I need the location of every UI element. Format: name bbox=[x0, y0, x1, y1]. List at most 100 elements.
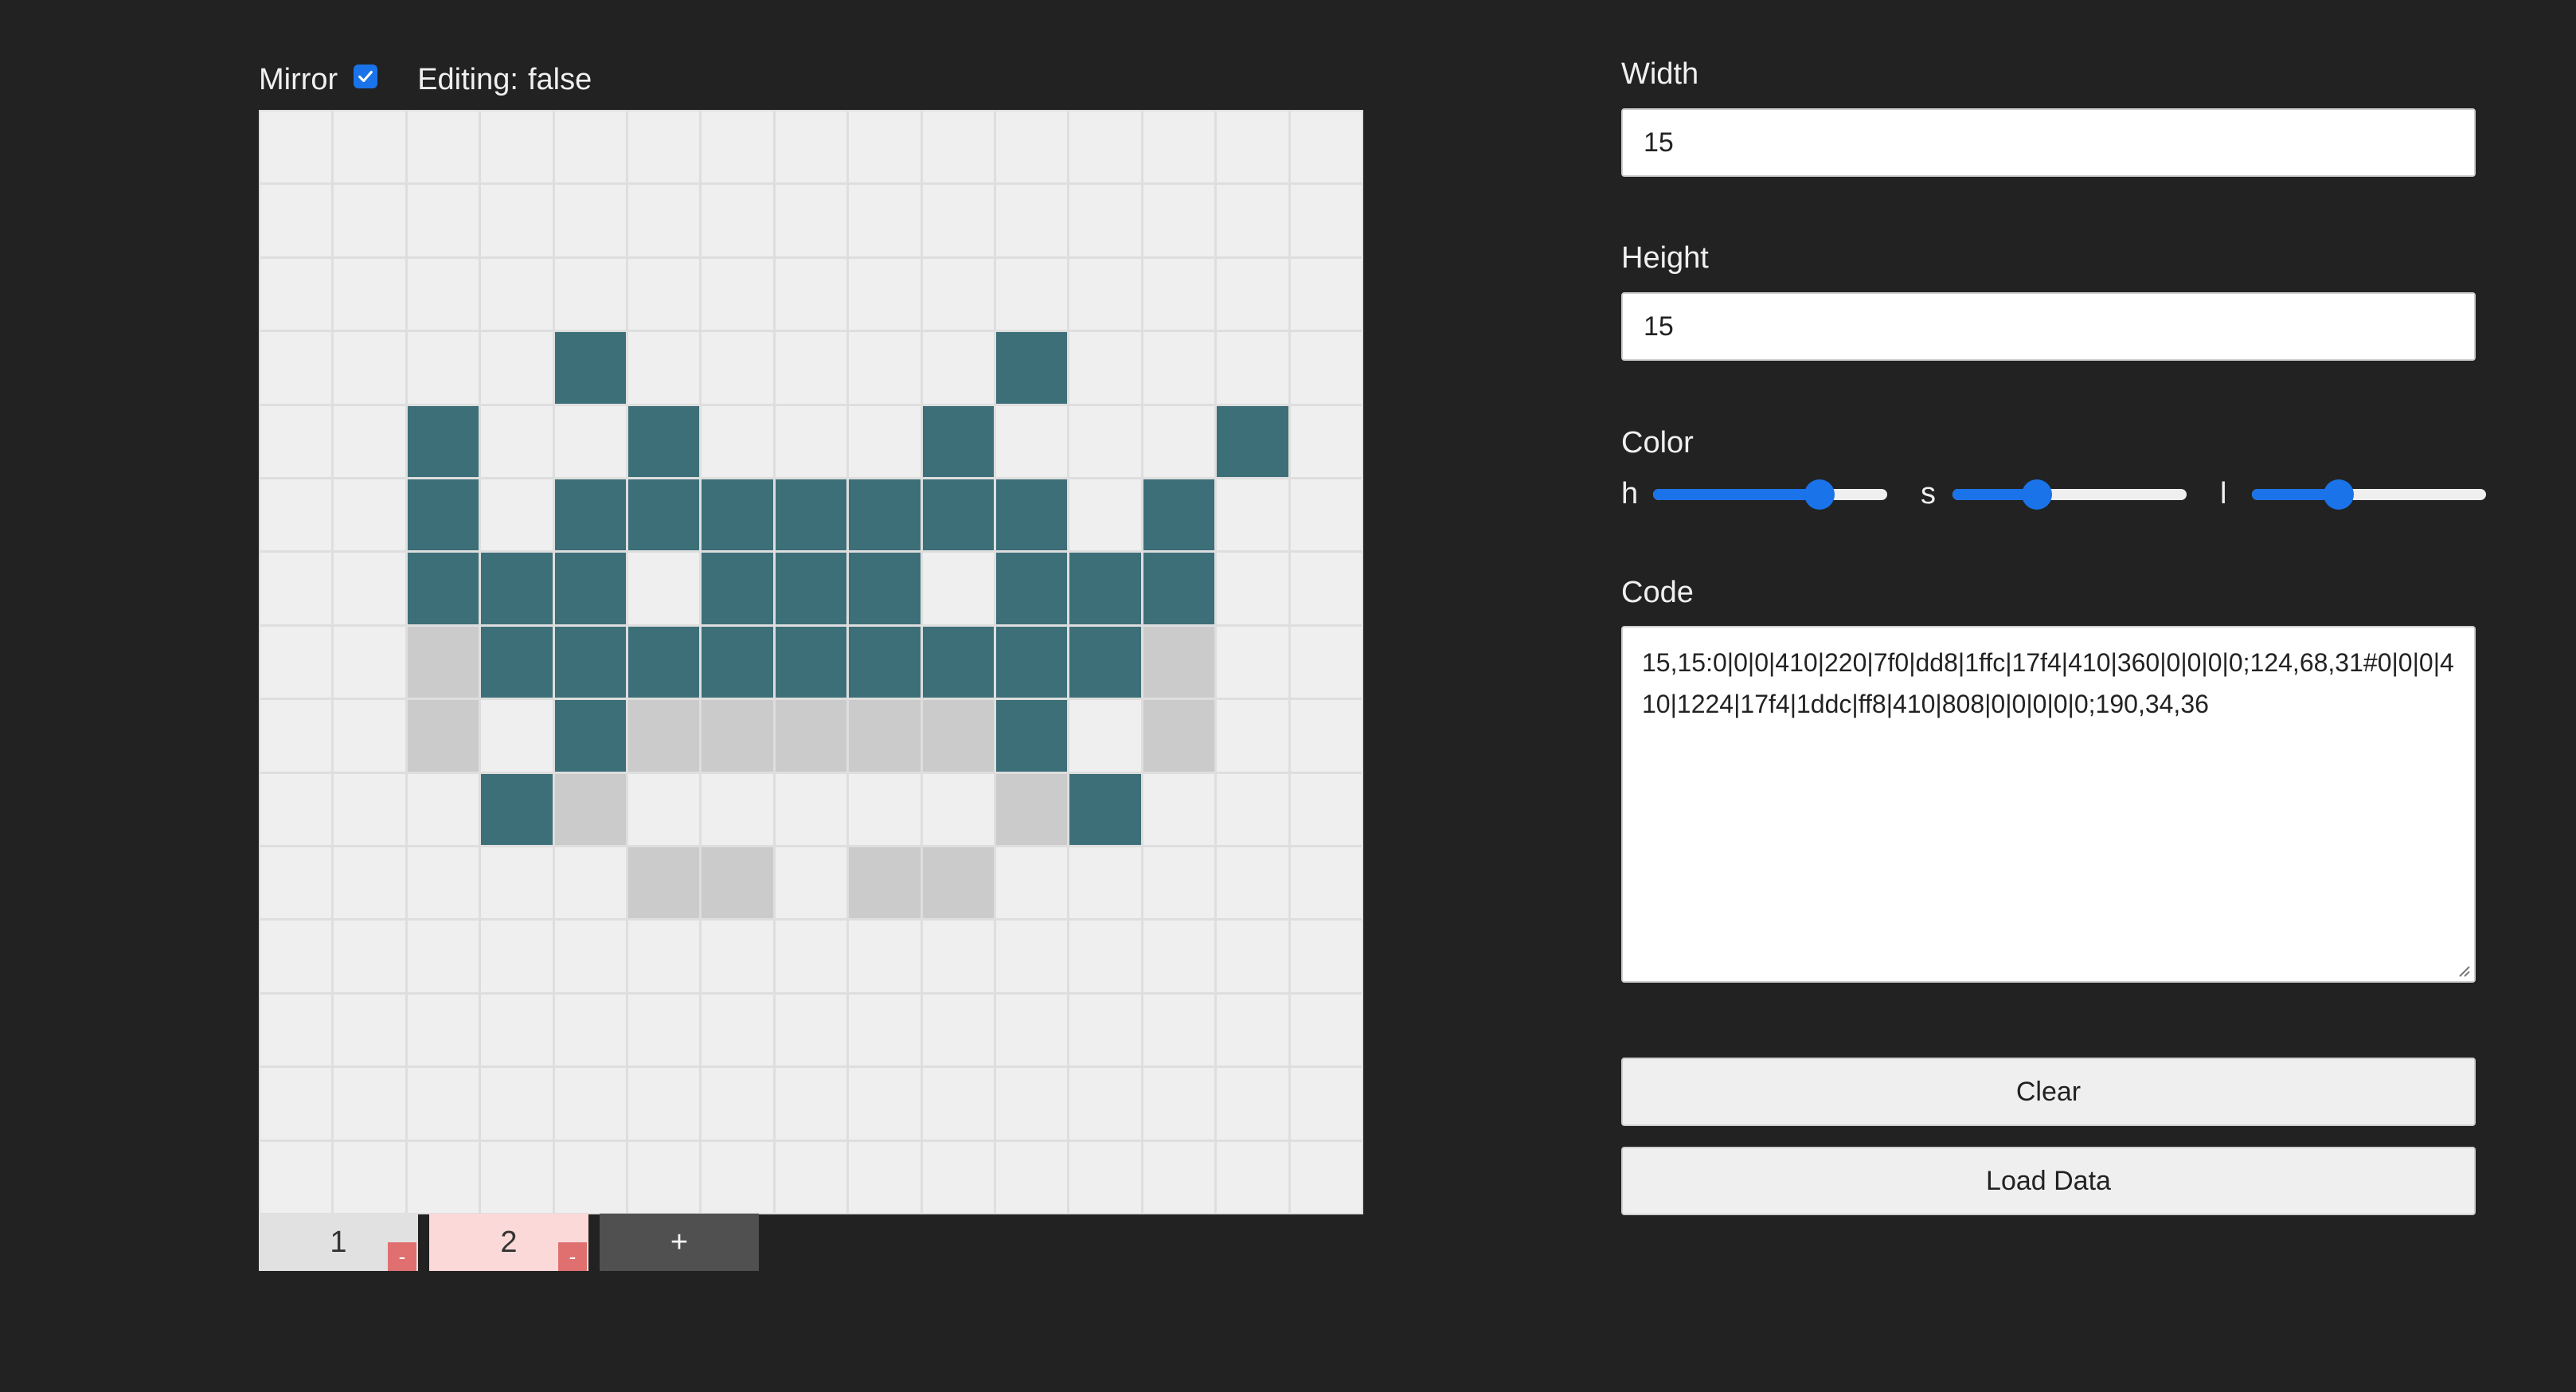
grid-cell[interactable] bbox=[481, 405, 553, 477]
grid-cell[interactable] bbox=[1069, 185, 1141, 256]
grid-cell[interactable] bbox=[702, 700, 773, 772]
grid-cell[interactable] bbox=[702, 185, 773, 256]
grid-cell[interactable] bbox=[922, 479, 994, 551]
grid-cell[interactable] bbox=[1217, 111, 1288, 183]
grid-cell[interactable] bbox=[1290, 553, 1362, 624]
grid-cell[interactable] bbox=[1143, 1141, 1215, 1213]
grid-cell[interactable] bbox=[702, 553, 773, 624]
grid-cell[interactable] bbox=[260, 773, 332, 845]
grid-cell[interactable] bbox=[334, 921, 405, 992]
grid-cell[interactable] bbox=[554, 700, 626, 772]
grid-cell[interactable] bbox=[260, 185, 332, 256]
grid-cell[interactable] bbox=[1217, 994, 1288, 1066]
grid-cell[interactable] bbox=[628, 258, 700, 330]
grid-cell[interactable] bbox=[1143, 994, 1215, 1066]
grid-cell[interactable] bbox=[922, 1068, 994, 1140]
grid-cell[interactable] bbox=[996, 479, 1068, 551]
grid-cell[interactable] bbox=[702, 258, 773, 330]
grid-cell[interactable] bbox=[775, 1141, 847, 1213]
lightness-slider[interactable] bbox=[2252, 470, 2486, 518]
grid-cell[interactable] bbox=[1217, 405, 1288, 477]
grid-cell[interactable] bbox=[996, 847, 1068, 919]
grid-cell[interactable] bbox=[260, 111, 332, 183]
grid-cell[interactable] bbox=[1069, 773, 1141, 845]
grid-cell[interactable] bbox=[849, 626, 921, 698]
grid-cell[interactable] bbox=[628, 921, 700, 992]
grid-cell[interactable] bbox=[922, 773, 994, 845]
grid-cell[interactable] bbox=[260, 626, 332, 698]
grid-cell[interactable] bbox=[996, 111, 1068, 183]
grid-cell[interactable] bbox=[996, 994, 1068, 1066]
grid-cell[interactable] bbox=[1290, 847, 1362, 919]
grid-cell[interactable] bbox=[481, 994, 553, 1066]
frame-tab-2[interactable]: 2 - bbox=[429, 1214, 588, 1271]
grid-cell[interactable] bbox=[775, 921, 847, 992]
grid-cell[interactable] bbox=[702, 921, 773, 992]
grid-cell[interactable] bbox=[996, 773, 1068, 845]
grid-cell[interactable] bbox=[554, 1141, 626, 1213]
grid-cell[interactable] bbox=[554, 921, 626, 992]
frame-tab-1[interactable]: 1 - bbox=[259, 1214, 418, 1271]
slider-thumb[interactable] bbox=[2021, 479, 2052, 510]
grid-cell[interactable] bbox=[922, 921, 994, 992]
grid-cell[interactable] bbox=[702, 626, 773, 698]
grid-cell[interactable] bbox=[334, 626, 405, 698]
grid-cell[interactable] bbox=[554, 553, 626, 624]
grid-cell[interactable] bbox=[260, 847, 332, 919]
grid-cell[interactable] bbox=[407, 111, 479, 183]
grid-cell[interactable] bbox=[554, 773, 626, 845]
grid-cell[interactable] bbox=[922, 1141, 994, 1213]
grid-cell[interactable] bbox=[775, 111, 847, 183]
grid-cell[interactable] bbox=[775, 479, 847, 551]
grid-cell[interactable] bbox=[1290, 185, 1362, 256]
grid-cell[interactable] bbox=[702, 994, 773, 1066]
code-textarea[interactable]: 15,15:0|0|0|410|220|7f0|dd8|1ffc|17f4|41… bbox=[1621, 626, 2476, 983]
grid-cell[interactable] bbox=[775, 1068, 847, 1140]
grid-cell[interactable] bbox=[407, 626, 479, 698]
grid-cell[interactable] bbox=[407, 1141, 479, 1213]
grid-cell[interactable] bbox=[849, 994, 921, 1066]
grid-cell[interactable] bbox=[260, 405, 332, 477]
grid-cell[interactable] bbox=[260, 553, 332, 624]
add-frame-button[interactable]: + bbox=[600, 1214, 759, 1271]
grid-cell[interactable] bbox=[1217, 332, 1288, 404]
grid-cell[interactable] bbox=[1290, 258, 1362, 330]
grid-cell[interactable] bbox=[849, 553, 921, 624]
grid-cell[interactable] bbox=[1143, 773, 1215, 845]
grid-cell[interactable] bbox=[481, 185, 553, 256]
grid-cell[interactable] bbox=[1143, 479, 1215, 551]
grid-cell[interactable] bbox=[260, 332, 332, 404]
grid-cell[interactable] bbox=[554, 258, 626, 330]
grid-cell[interactable] bbox=[407, 405, 479, 477]
grid-cell[interactable] bbox=[407, 553, 479, 624]
grid-cell[interactable] bbox=[922, 258, 994, 330]
saturation-slider[interactable] bbox=[1953, 470, 2187, 518]
grid-cell[interactable] bbox=[1143, 700, 1215, 772]
grid-cell[interactable] bbox=[1143, 626, 1215, 698]
mirror-checkbox[interactable] bbox=[354, 65, 378, 88]
grid-cell[interactable] bbox=[1217, 258, 1288, 330]
grid-cell[interactable] bbox=[1217, 185, 1288, 256]
grid-cell[interactable] bbox=[628, 185, 700, 256]
grid-cell[interactable] bbox=[996, 332, 1068, 404]
grid-cell[interactable] bbox=[922, 994, 994, 1066]
grid-cell[interactable] bbox=[1069, 111, 1141, 183]
grid-cell[interactable] bbox=[702, 405, 773, 477]
grid-cell[interactable] bbox=[334, 258, 405, 330]
grid-cell[interactable] bbox=[996, 1141, 1068, 1213]
grid-cell[interactable] bbox=[849, 405, 921, 477]
grid-cell[interactable] bbox=[1217, 1068, 1288, 1140]
grid-cell[interactable] bbox=[628, 700, 700, 772]
grid-cell[interactable] bbox=[334, 847, 405, 919]
grid-cell[interactable] bbox=[628, 1141, 700, 1213]
grid-cell[interactable] bbox=[922, 405, 994, 477]
grid-cell[interactable] bbox=[1069, 405, 1141, 477]
width-input[interactable]: 15 bbox=[1621, 108, 2476, 177]
grid-cell[interactable] bbox=[849, 847, 921, 919]
grid-cell[interactable] bbox=[334, 553, 405, 624]
grid-cell[interactable] bbox=[1143, 258, 1215, 330]
grid-cell[interactable] bbox=[922, 332, 994, 404]
grid-cell[interactable] bbox=[407, 994, 479, 1066]
grid-cell[interactable] bbox=[628, 626, 700, 698]
grid-cell[interactable] bbox=[1069, 479, 1141, 551]
